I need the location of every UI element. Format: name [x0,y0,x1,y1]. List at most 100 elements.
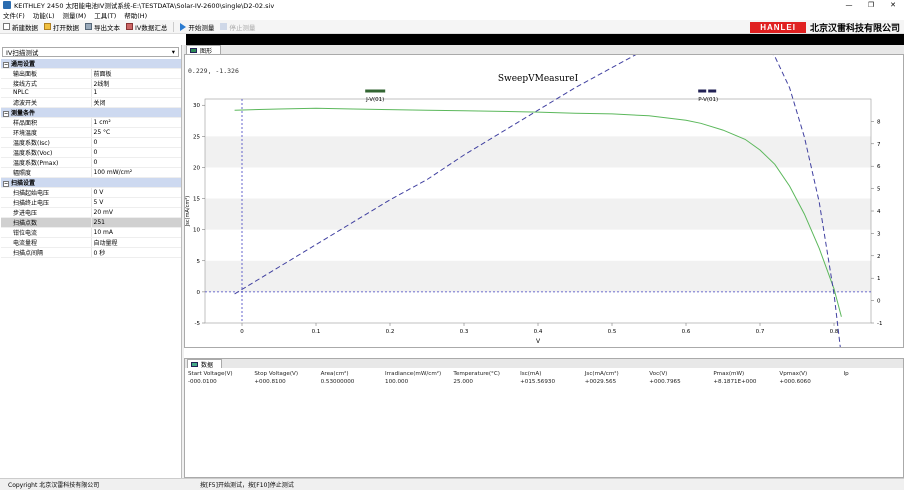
brand-logo: HANLEI [750,21,806,33]
section-title: 通用设置 [11,61,36,68]
property-value[interactable]: 自动量程 [91,237,181,248]
y-tick-label-right: 3 [877,231,881,237]
property-row[interactable]: 扫描点数 251 [1,217,181,228]
tab-data[interactable]: 数据 [187,359,223,369]
property-value[interactable]: 20 mV [91,207,181,218]
collapse-icon[interactable]: − [3,180,9,187]
property-row[interactable]: 接线方式 2线制 [1,78,181,89]
stop-measure-label: 停止测量 [229,23,256,32]
menu-tools[interactable]: 工具(T) [94,10,116,20]
table-cell: +8.1871E+000 [713,379,757,385]
minimize-button[interactable]: — [838,1,860,9]
property-row[interactable]: 扫描起始电压 0 V [1,187,181,198]
menu-measure[interactable]: 测量(M) [63,10,87,20]
column-header: Voc(V) [649,371,668,377]
property-value[interactable]: 前面板 [91,68,181,79]
x-tick-label: 0.2 [386,329,395,335]
table-cell: +000.8100 [254,379,286,385]
table-cell: +0029.565 [584,379,617,385]
y-tick-label-left: 15 [193,197,200,203]
export-text-button[interactable]: 导出文本 [85,22,120,32]
menu-help[interactable]: 帮助(H) [124,10,147,20]
export-text-label: 导出文本 [94,23,120,32]
column-header: Pmax(mW) [713,371,745,377]
legend-label: J-V(01) [365,97,384,103]
property-row[interactable]: 滤波开关 关闭 [1,97,181,108]
y-tick-label-left: 25 [193,134,200,140]
company-name: 北京汉雷科技有限公司 [809,23,900,34]
new-data-button[interactable]: 新建数据 [3,22,38,32]
property-row[interactable]: 钳位电流 10 mA [1,227,181,238]
window-title: KEITHLEY 2450 太阳能电池IV测试系统-E:\TESTDATA\So… [14,2,275,10]
property-row[interactable]: 步进电压 20 mV [1,207,181,218]
property-name: 辐照度 [1,167,92,178]
open-data-button[interactable]: 打开数据 [44,22,79,32]
chart-title: SweepVMeasureI [498,74,579,84]
property-value[interactable]: 1 [91,88,181,98]
hotkey-hint: 按[F5]开始测试，按[F10]停止测试 [200,482,294,489]
property-name: 电流量程 [1,237,92,248]
iv-summary-button[interactable]: IV数据汇总 [126,22,167,32]
y-tick-label-right: 6 [877,164,881,170]
x-tick-label: 0.7 [756,329,765,335]
property-row[interactable]: 温度系数(Voc) 0 [1,147,181,158]
iv-chart[interactable]: SweepVMeasureIJ-V(01) P-V(01)0 0.1 0.2 0.3 0.… [185,55,903,347]
property-value[interactable]: 2线制 [91,78,181,89]
menu-function[interactable]: 功能(L) [33,10,55,20]
property-value[interactable]: 25 °C [91,127,181,138]
property-row[interactable]: 温度系数(Pmax) 0 [1,157,181,168]
property-value[interactable]: 5 V [91,197,181,208]
stop-measure-button[interactable]: 停止测量 [220,22,255,32]
section-header[interactable]: − 通用设置 [1,59,181,69]
maximize-button[interactable]: ❐ [860,1,882,9]
collapse-icon[interactable]: − [3,110,9,117]
property-row[interactable]: 环境温度 25 °C [1,127,181,138]
property-row[interactable]: 电流量程 自动量程 [1,237,181,248]
property-value[interactable]: 100 mW/cm² [91,167,181,178]
y-tick-label-left: 5 [197,259,201,265]
property-value[interactable]: 0 秒 [91,247,181,258]
x-tick-label: 0.8 [830,329,839,335]
property-row[interactable]: 辐照度 100 mW/cm² [1,167,181,178]
property-name: 样品面积 [1,117,92,128]
menu-file[interactable]: 文件(F) [3,10,25,20]
property-name: 钳位电流 [1,227,92,238]
section-header[interactable]: − 测量条件 [1,107,181,118]
property-name: 扫描终止电压 [1,197,92,208]
section-header[interactable]: − 扫描设置 [1,177,181,188]
tab-data-label: 数据 [201,361,214,369]
property-value[interactable]: 1 cm² [91,117,181,128]
close-button[interactable]: ✕ [882,1,904,9]
property-value[interactable]: 251 [91,217,181,228]
property-row[interactable]: 样品面积 1 cm² [1,117,181,128]
property-value[interactable]: 0 V [91,187,181,198]
property-value[interactable]: 0 [91,137,181,148]
table-row[interactable]: -000.0100 +000.8100 0.53000000 100.000 25.00… [188,378,903,386]
app-icon [3,1,11,9]
header-bar [0,34,904,45]
start-measure-button[interactable]: 开始测量 [180,22,214,32]
column-header: Ip [843,371,849,377]
chart-icon [190,47,197,53]
property-row[interactable]: NPLC 1 [1,88,181,98]
y-tick-label-left: 30 [193,103,200,109]
property-row[interactable]: 输出面板 前面板 [1,68,181,79]
property-value[interactable]: 0 [91,147,181,158]
property-value[interactable]: 0 [91,157,181,168]
property-name: 温度系数(Voc) [1,147,92,158]
title-bar: KEITHLEY 2450 太阳能电池IV测试系统-E:\TESTDATA\So… [0,0,904,10]
property-row[interactable]: 扫描点间隔 0 秒 [1,247,181,258]
test-mode-select[interactable]: IV扫描测试 ▾ [2,47,179,57]
export-icon [85,23,92,30]
collapse-icon[interactable]: − [3,62,9,68]
property-value[interactable]: 关闭 [91,97,181,108]
property-row[interactable]: 温度系数(Isc) 0 [1,137,181,148]
property-value[interactable]: 10 mA [91,227,181,238]
toolbar-separator [173,21,175,32]
property-row[interactable]: 扫描终止电压 5 V [1,197,181,208]
table-cell: +000.6060 [779,379,811,385]
data-panel: 数据 Start Voltage(V) Stop Voltage(V) Area(c… [184,358,904,478]
menu-bar: 文件(F) 功能(L) 测量(M) 工具(T) 帮助(H) [0,10,904,20]
table-cell: -000.0100 [188,379,217,385]
tab-chart[interactable]: 图形 [186,45,222,55]
